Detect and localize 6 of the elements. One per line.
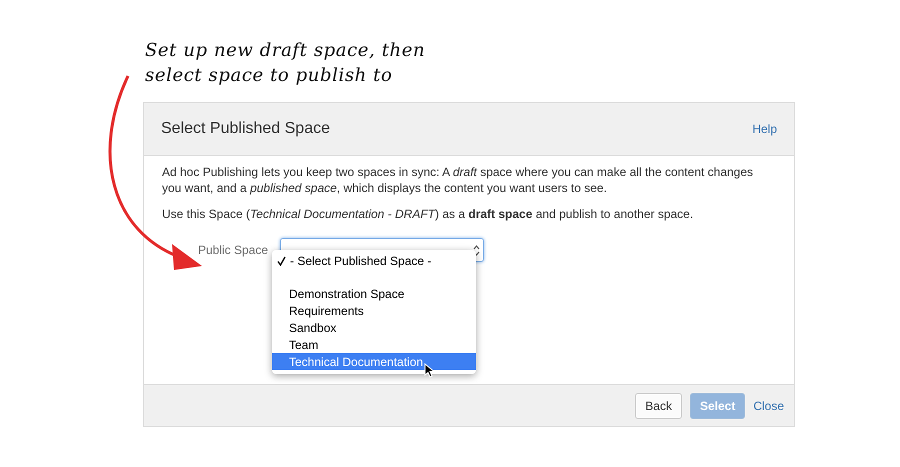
description-text: Use this Space (Technical Documentation - DRAFT) as a draft space and publish to another space. [162, 206, 694, 222]
description-text: Ad hoc Publishing lets you keep two spaces in sync: A draft space where you can make all the content changes you want, and a published space, which displays the content you want users to see. [162, 164, 754, 196]
annotation-text: Set up new draft space, then [145, 39, 426, 63]
dialog-title: Select Published Space [161, 120, 330, 138]
annotation-text: select space to publish to [145, 64, 392, 88]
field-label: Public Space [196, 243, 269, 257]
